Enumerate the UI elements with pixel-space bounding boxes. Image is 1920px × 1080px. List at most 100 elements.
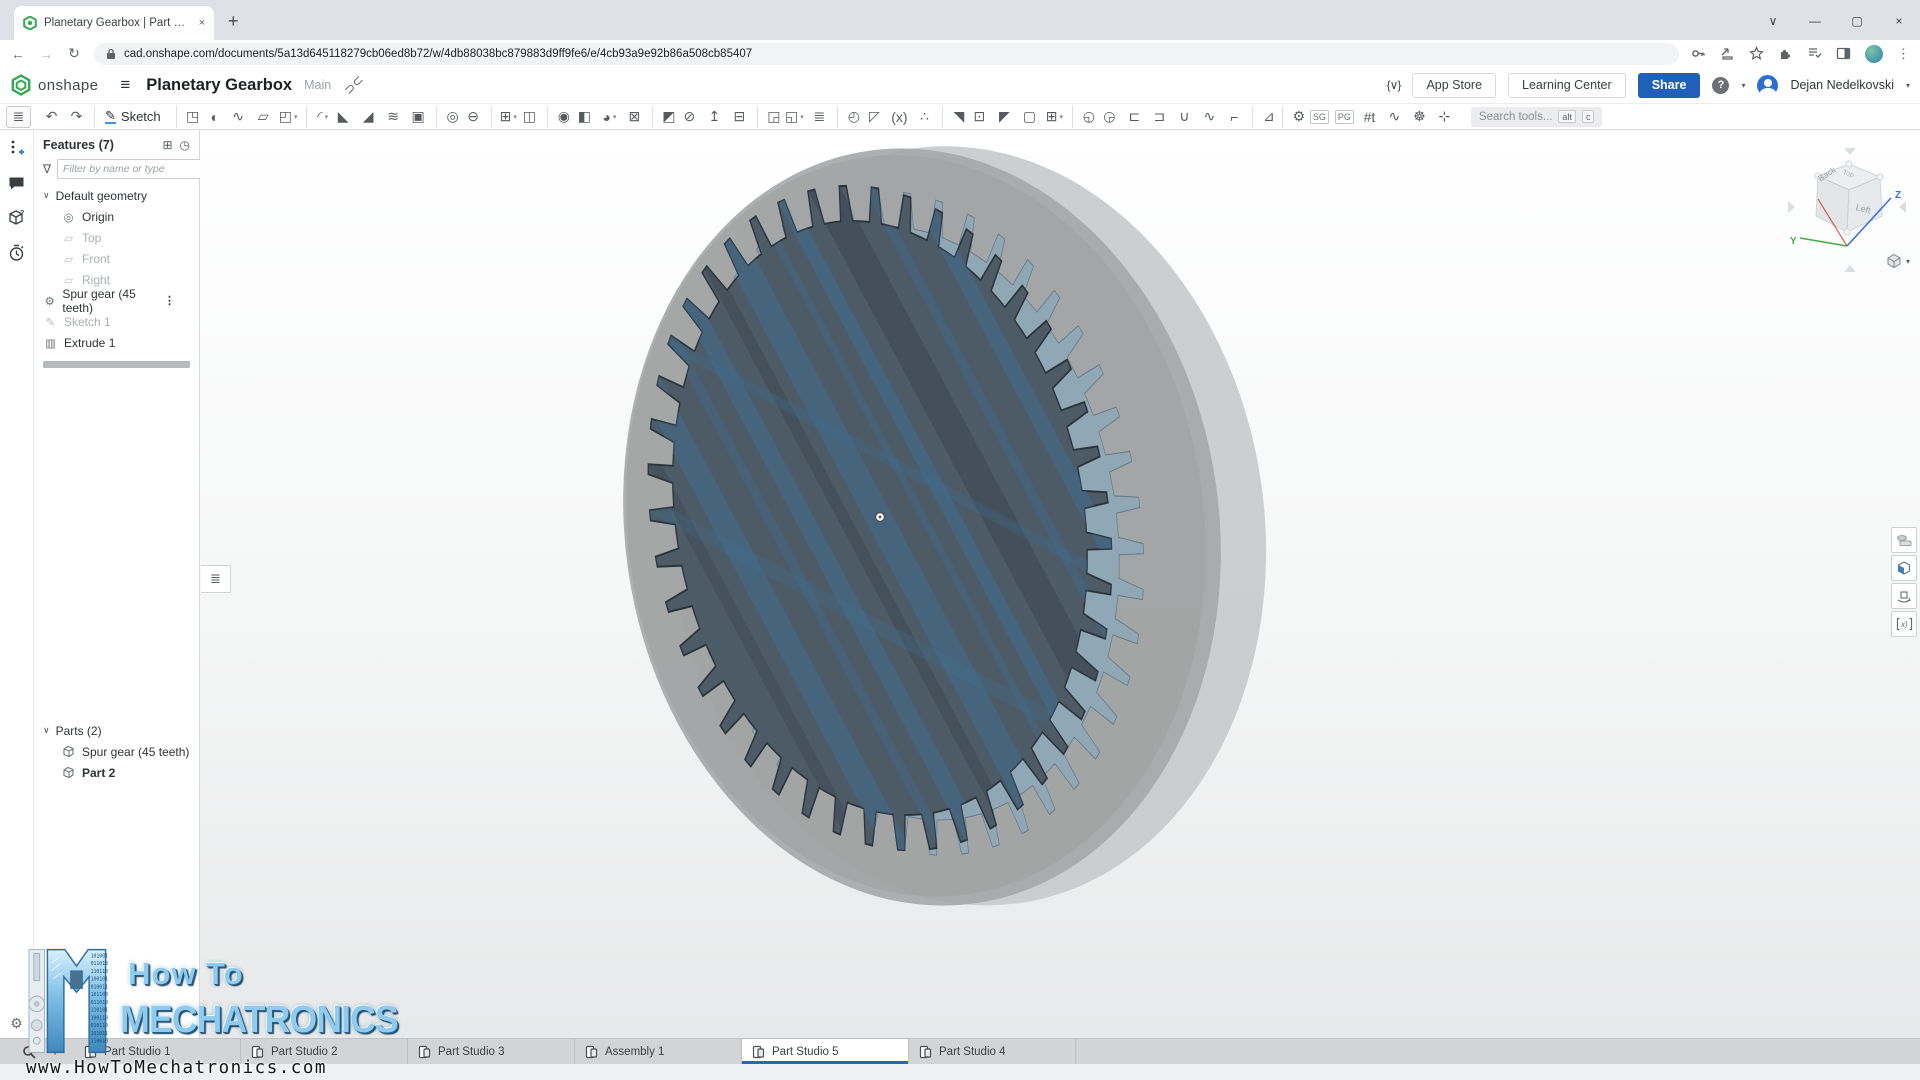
turntable-button[interactable] [1891, 583, 1917, 609]
featurescript-info-icon[interactable]: ? [8, 209, 26, 226]
sheetmetal-tab-icon[interactable]: ⊏ [1122, 106, 1147, 128]
tab-assembly-1[interactable]: Assembly 1 [575, 1039, 742, 1064]
tree-feature-spur-gear[interactable]: ⚙ Spur gear (45 teeth) [34, 290, 199, 311]
chamfer-icon[interactable]: ◣ [331, 106, 356, 128]
help-caret-icon[interactable]: ▾ [1741, 81, 1745, 90]
part-spur-gear[interactable]: Spur gear (45 teeth) [34, 741, 199, 762]
ruled-surface-icon[interactable]: ≣ [807, 106, 832, 128]
history-icon[interactable] [8, 244, 25, 262]
forward-icon[interactable]: → [38, 46, 54, 62]
extensions-puzzle-icon[interactable] [1778, 46, 1793, 61]
featurescript-slot-icon[interactable]: ◥ [942, 106, 967, 128]
tree-default-geometry[interactable]: ∨ Default geometry [34, 185, 199, 206]
sheetmetal-flange-icon[interactable]: ◵ [1072, 106, 1097, 128]
rollback-history-icon[interactable]: ◷ [180, 138, 190, 152]
redo-icon[interactable]: ↷ [64, 106, 89, 128]
rollback-bar[interactable] [43, 361, 190, 368]
feature-list-flyout-button[interactable]: ≣ [201, 565, 231, 593]
view-options-button[interactable]: ▾ [1885, 252, 1910, 270]
sketch-quality-icon[interactable]: ⊿ [1252, 106, 1277, 128]
app-store-button[interactable]: App Store [1412, 73, 1496, 98]
sweep-icon[interactable]: ∿ [226, 106, 251, 128]
document-title[interactable]: Planetary Gearbox [146, 76, 292, 95]
tab-part-studio-4[interactable]: Part Studio 4 [909, 1039, 1076, 1064]
frame-icon[interactable]: ⊹ [1432, 106, 1457, 128]
featurescript-pattern-icon[interactable]: ⊞ [1042, 106, 1067, 128]
back-icon[interactable]: ← [10, 46, 26, 62]
thicken-icon[interactable]: ◰ [276, 106, 301, 128]
spline-icon[interactable]: ∿ [1382, 106, 1407, 128]
user-name[interactable]: Dejan Nedelkovski [1790, 78, 1894, 92]
sheetmetal-unfold-icon[interactable]: ∿ [1197, 106, 1222, 128]
pg-badge[interactable]: PG [1332, 106, 1357, 128]
tab-part-studio-3[interactable]: Part Studio 3 [408, 1039, 575, 1064]
branch-name[interactable]: Main [304, 78, 331, 92]
help-button[interactable]: ? [1712, 77, 1729, 94]
split-icon[interactable]: ◧ [572, 106, 597, 128]
sheetmetal-corner-icon[interactable]: ⊐ [1147, 106, 1172, 128]
reading-list-icon[interactable] [1807, 46, 1822, 61]
document-menu-icon[interactable]: ≡ [120, 75, 130, 95]
learning-center-button[interactable]: Learning Center [1508, 73, 1626, 98]
add-tab-button[interactable]: + [42, 1039, 68, 1064]
assembly-context-icon[interactable]: ∴ [912, 106, 937, 128]
linear-pattern-icon[interactable]: ⊞ [491, 106, 517, 128]
parts-header[interactable]: ∨ Parts (2) [34, 720, 199, 741]
offset-surface-icon[interactable]: ◱ [782, 106, 807, 128]
settings-gear-icon[interactable]: ⚙ [10, 1015, 23, 1032]
share-button[interactable]: Share [1638, 73, 1701, 98]
surface-pattern-icon[interactable]: ◲ [757, 106, 782, 128]
bookmark-star-icon[interactable] [1749, 46, 1764, 61]
insert-feature-icon[interactable] [8, 140, 25, 158]
user-avatar[interactable] [1757, 75, 1778, 96]
tree-feature-extrude-1[interactable]: ▥ Extrude 1 [34, 332, 199, 353]
share-link-icon[interactable]: ⊃⊂ [341, 72, 368, 99]
minimize-button[interactable]: — [1794, 14, 1836, 28]
send-icon[interactable] [1720, 46, 1735, 61]
modify-fillet-icon[interactable]: ◕ [597, 106, 622, 128]
revolve-icon[interactable]: ◖ [201, 106, 226, 128]
restore-button[interactable]: ▢ [1836, 14, 1878, 28]
tab-search-button[interactable] [16, 1039, 42, 1064]
sketch-button[interactable]: ✎ Sketch [94, 106, 171, 128]
tab-part-studio-5[interactable]: Part Studio 5 [742, 1039, 909, 1064]
move-to-folder-icon[interactable]: ⊞ [162, 138, 172, 152]
extrude-icon[interactable]: ◳ [176, 106, 201, 128]
featurescript-icon[interactable]: {∨} [1387, 78, 1401, 92]
featurescript-page-icon[interactable]: ◤ [992, 106, 1017, 128]
sheetmetal-hem-icon[interactable]: ∪ [1172, 106, 1197, 128]
tab-close-icon[interactable]: × [199, 17, 205, 29]
browser-menu-icon[interactable]: ⋮ [1897, 46, 1910, 62]
browser-tab[interactable]: Planetary Gearbox | Part Studio 5 × [14, 6, 214, 40]
delete-face-icon[interactable]: ⊠ [622, 106, 647, 128]
turn-icon[interactable]: ⊖ [461, 106, 486, 128]
model-viewport[interactable]: Back Left Top Y Z ▾ [200, 130, 1920, 1038]
new-tab-button[interactable]: + [228, 11, 239, 32]
imported-geometry-icon[interactable]: ◸ [862, 106, 887, 128]
comment-icon[interactable] [8, 176, 25, 191]
close-window-button[interactable]: × [1878, 14, 1920, 28]
tree-plane-front[interactable]: ▱ Front [34, 248, 199, 269]
tab-search-button[interactable]: ∨ [1752, 14, 1794, 28]
feature-filter-input[interactable] [57, 159, 206, 179]
featurescript-cube-icon[interactable]: ⊡ [967, 106, 992, 128]
replace-face-icon[interactable]: ⊟ [727, 106, 752, 128]
tag-icon[interactable]: #t [1357, 106, 1382, 128]
fx-measure-button[interactable]: x) [1891, 611, 1917, 637]
view-cube-face-button[interactable] [1891, 555, 1917, 581]
tab-part-studio-1[interactable]: Part Studio 1 [74, 1039, 241, 1064]
mesh-settings-icon[interactable]: ⚙ [1282, 106, 1307, 128]
mirror-icon[interactable]: ◫ [517, 106, 542, 128]
sheetmetal-finish-icon[interactable]: ⌐ [1222, 106, 1247, 128]
user-caret-icon[interactable]: ▾ [1906, 81, 1910, 90]
feature-list-toggle-icon[interactable]: ≣ [6, 106, 31, 128]
profile-avatar[interactable] [1865, 45, 1883, 63]
loft-icon[interactable]: ▱ [251, 106, 276, 128]
tab-part-studio-2[interactable]: Part Studio 2 [241, 1039, 408, 1064]
rib-icon[interactable]: ≋ [381, 106, 406, 128]
variable-icon[interactable]: (x) [887, 106, 912, 128]
tree-origin[interactable]: ◎ Origin [34, 206, 199, 227]
undo-icon[interactable]: ↶ [39, 106, 64, 128]
appearance-button[interactable] [1891, 527, 1917, 553]
tree-plane-top[interactable]: ▱ Top [34, 227, 199, 248]
